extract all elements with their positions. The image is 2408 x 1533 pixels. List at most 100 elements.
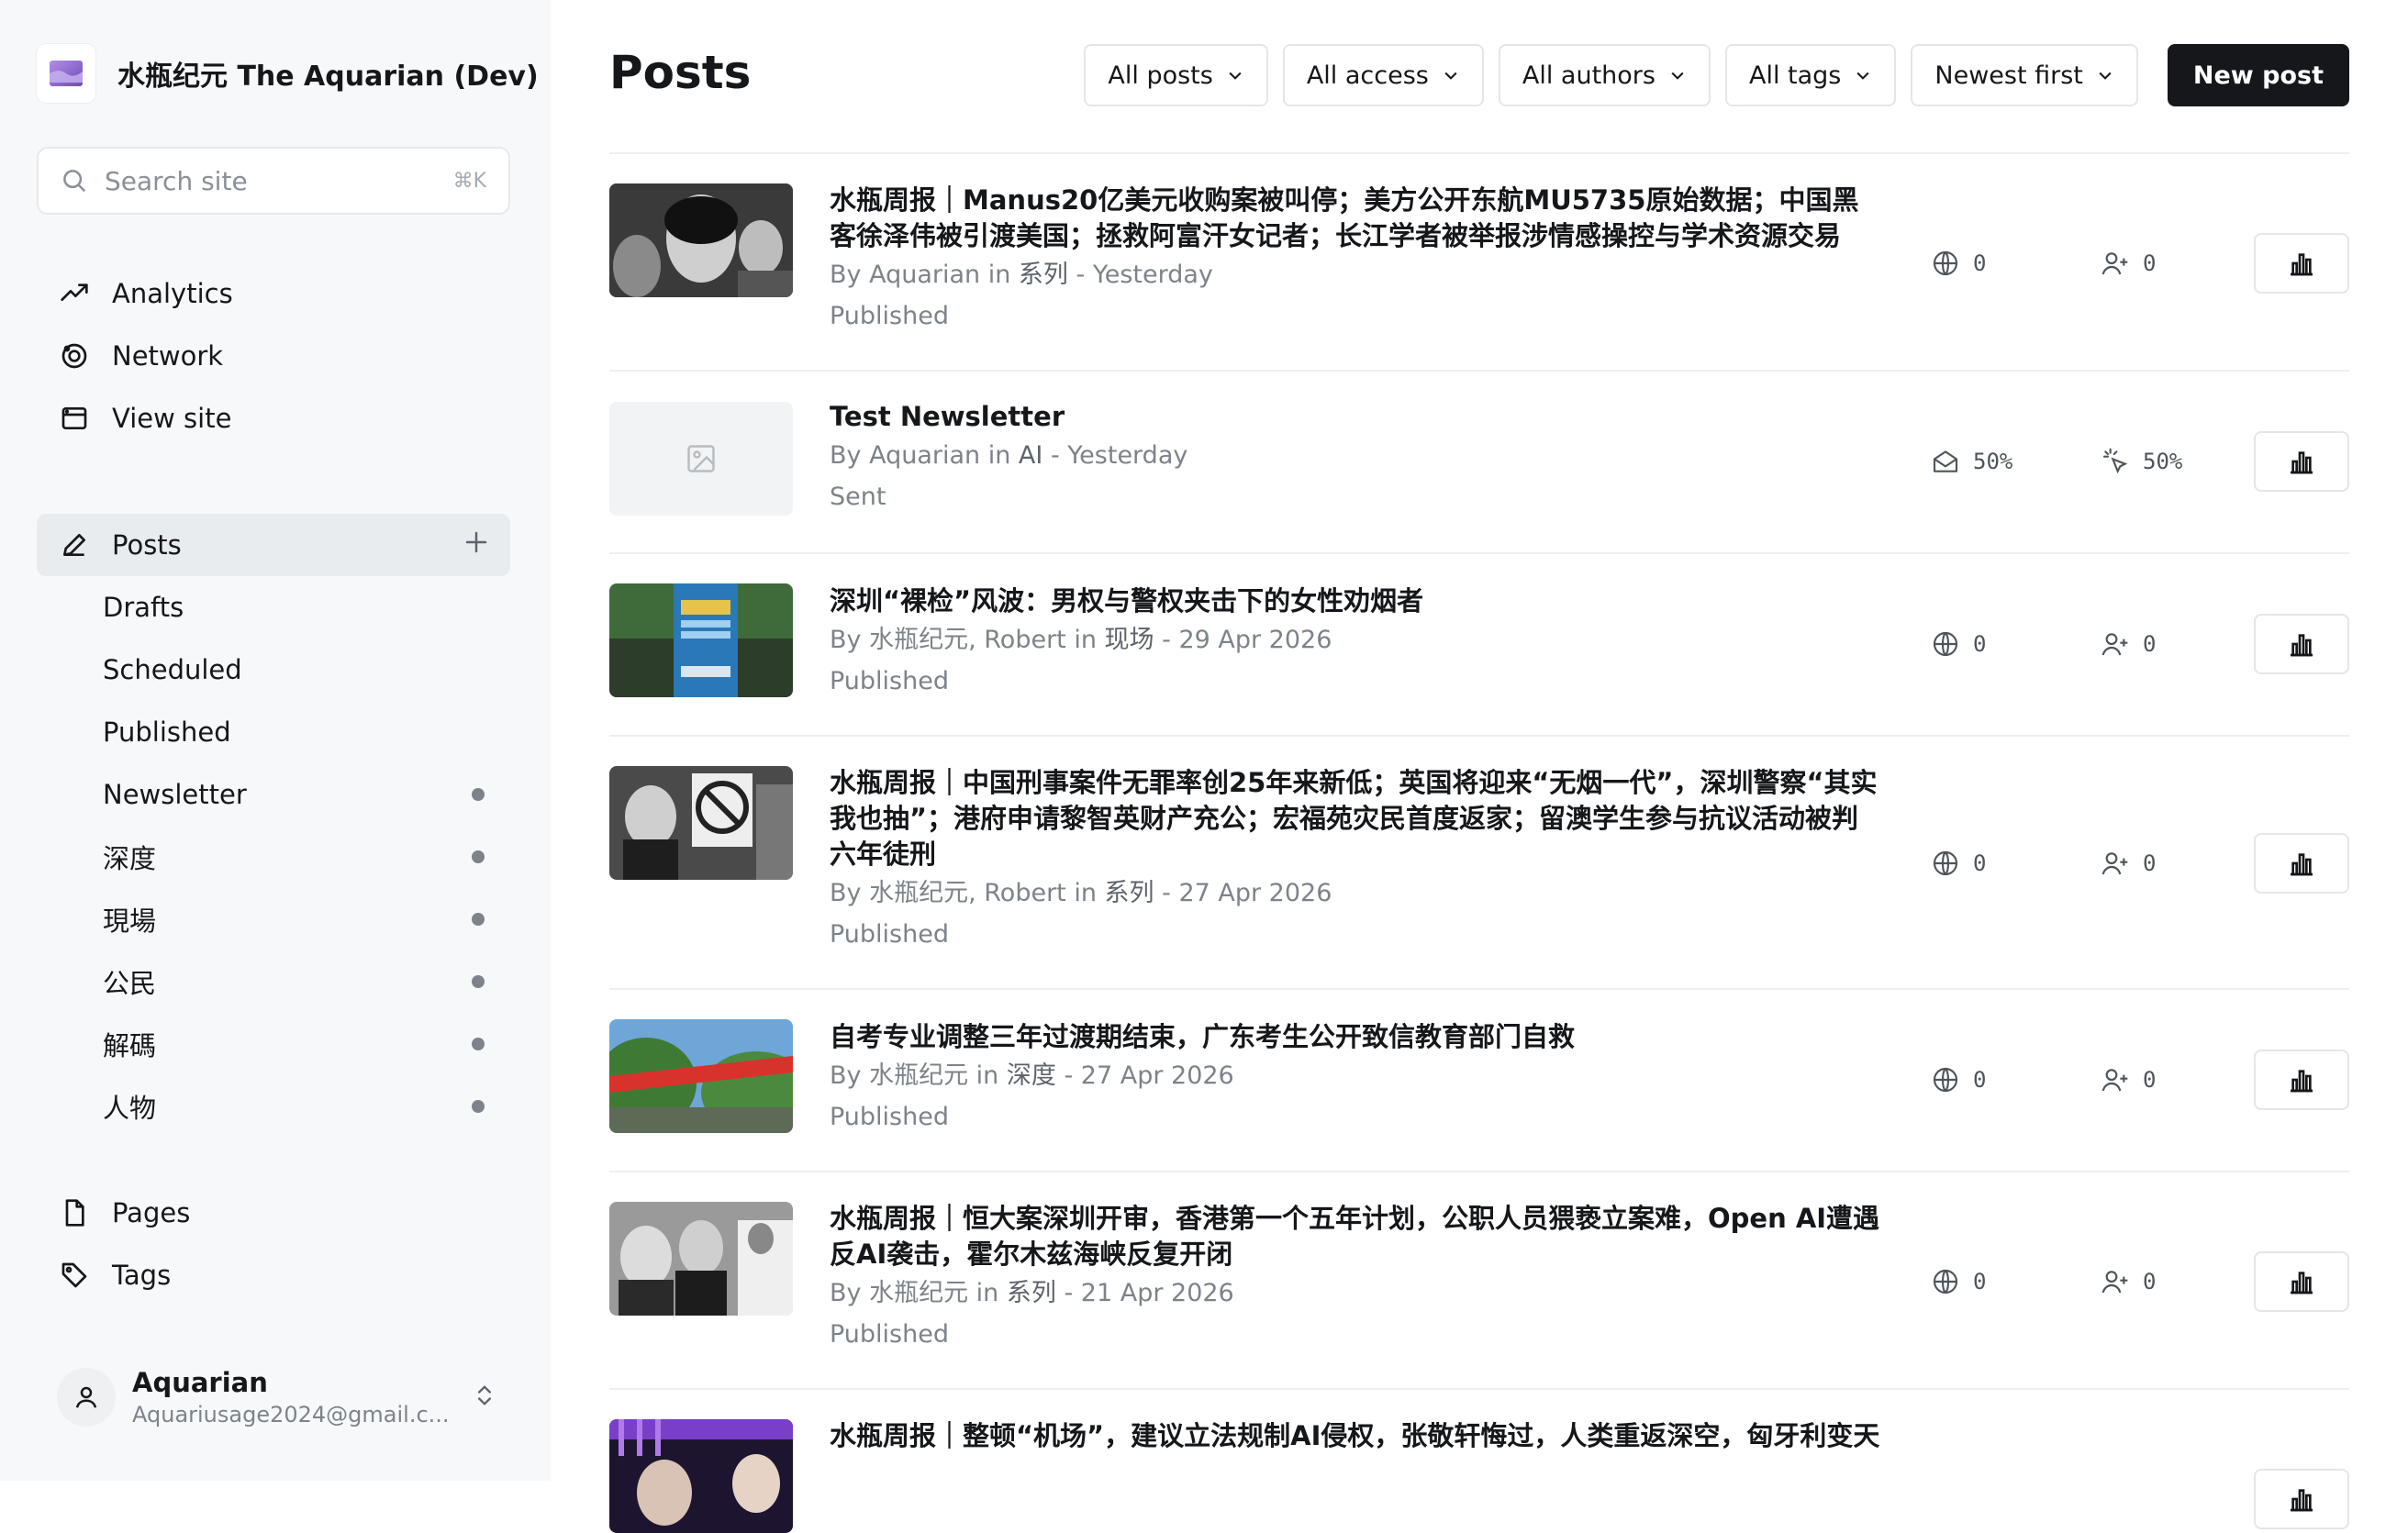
post-info: 自考专业调整三年过渡期结束，广东考生公开致信教育部门自救 By 水瓶纪元 in … [830, 1019, 1885, 1138]
network-icon [59, 340, 90, 372]
click-rate: 50% [2143, 449, 2183, 474]
post-info: 深圳“裸检”风波：男权与警权夹击下的女性劝烟者 By 水瓶纪元, Robert … [830, 583, 1885, 702]
post-tag: AI [1018, 441, 1043, 470]
visitors-count: 0 [1973, 250, 1987, 276]
chevron-down-icon [1856, 72, 1869, 80]
post-title: 深圳“裸检”风波：男权与警权夹击下的女性劝烟者 [830, 585, 1424, 617]
view-dot-icon [472, 1100, 485, 1113]
list-item[interactable]: 水瓶周报｜整顿“机场”，建议立法规制AI侵权，张敬轩悔过，人类重返深空，匈牙利变… [609, 1390, 2349, 1533]
filter-type[interactable]: All posts [1084, 44, 1268, 106]
sidebar-item-scheduled[interactable]: Scheduled [37, 639, 510, 701]
bar-chart-icon [2291, 1272, 2313, 1294]
plus-icon[interactable] [463, 528, 490, 562]
page-title: Posts [609, 46, 752, 99]
analytics-button[interactable] [2254, 833, 2349, 894]
nav-network[interactable]: Network [37, 325, 510, 387]
analytics-button[interactable] [2254, 614, 2349, 674]
visitors-stat: 0 [1931, 849, 1986, 878]
filter-order[interactable]: Newest first [1911, 44, 2138, 106]
post-meta: By Aquarian in 系列 - Yesterday [830, 254, 1885, 295]
nav-analytics[interactable]: Analytics [37, 262, 510, 325]
post-by: By 水瓶纪元, Robert in [830, 879, 1105, 907]
list-item[interactable]: 深圳“裸检”风波：男权与警权夹击下的女性劝烟者 By 水瓶纪元, Robert … [609, 554, 2349, 737]
sidebar-item-decode[interactable]: 解碼 [37, 1013, 510, 1075]
post-by: By 水瓶纪元 in [830, 1061, 1007, 1090]
analytics-button[interactable] [2254, 431, 2349, 492]
post-meta: By 水瓶纪元 in 深度 - 27 Apr 2026 [830, 1055, 1885, 1096]
posts-list: 水瓶周报｜Manus20亿美元收购案被叫停；美方公开东航MU5735原始数据；中… [609, 152, 2349, 1533]
list-item[interactable]: 水瓶周报｜中国刑事案件无罪率创25年来新低；英国将迎来“无烟一代”，深圳警察“其… [609, 737, 2349, 990]
members-count: 0 [2143, 631, 2157, 657]
open-rate-stat: 50% [1931, 447, 2012, 476]
main-content: Posts All posts All access All authors A… [609, 0, 2349, 1533]
post-thumbnail [609, 183, 793, 297]
sidebar-item-people[interactable]: 人物 [37, 1075, 510, 1138]
sub-label: 現場 [103, 905, 157, 937]
visitors-count: 0 [1973, 1269, 1987, 1294]
nav-label: View site [112, 403, 232, 434]
post-info: 水瓶周报｜Manus20亿美元收购案被叫停；美方公开东航MU5735原始数据；中… [830, 183, 1885, 337]
tag-icon [59, 1260, 90, 1291]
analytics-button[interactable] [2254, 1469, 2349, 1529]
post-thumbnail [609, 766, 793, 880]
click-rate-stat: 50% [2101, 447, 2182, 476]
post-info: Test Newsletter By Aquarian in AI - Yest… [830, 399, 1885, 517]
filter-label: All access [1306, 61, 1429, 90]
pen-icon [59, 529, 90, 561]
new-post-button[interactable]: New post [2167, 44, 2349, 106]
user-menu[interactable]: Aquarian Aquariusage2024@gmail.c... [57, 1367, 497, 1427]
filter-authors[interactable]: All authors [1498, 44, 1711, 106]
filter-tags[interactable]: All tags [1724, 44, 1897, 106]
chevron-updown-icon [472, 1383, 497, 1412]
view-dot-icon [472, 913, 485, 926]
filter-label: All posts [1108, 61, 1213, 90]
nav-view-site[interactable]: View site [37, 387, 510, 450]
post-thumbnail [609, 1019, 793, 1133]
list-item[interactable]: 自考专业调整三年过渡期结束，广东考生公开致信教育部门自救 By 水瓶纪元 in … [609, 990, 2349, 1172]
primary-nav: Analytics Network View site [37, 262, 510, 450]
analytics-button[interactable] [2254, 1050, 2349, 1110]
members-stat: 0 [2101, 249, 2156, 278]
members-stat: 0 [2101, 1065, 2156, 1094]
site-brand[interactable]: 水瓶纪元 The Aquarian (Dev) [37, 44, 539, 103]
search-input[interactable]: Search site ⌘K [37, 147, 510, 215]
list-item[interactable]: 水瓶周报｜恒大案深圳开审，香港第一个五年计划，公职人员猥亵立案难，Open AI… [609, 1172, 2349, 1390]
sub-label: 解碼 [103, 1030, 157, 1061]
view-dot-icon [472, 850, 485, 863]
post-title: 水瓶周报｜中国刑事案件无罪率创25年来新低；英国将迎来“无烟一代”，深圳警察“其… [830, 767, 1878, 870]
post-meta: By 水瓶纪元, Robert in 现场 - 29 Apr 2026 [830, 619, 1885, 661]
sidebar-item-depth[interactable]: 深度 [37, 826, 510, 888]
analytics-button[interactable] [2254, 233, 2349, 294]
sidebar-item-scene[interactable]: 現場 [37, 888, 510, 950]
post-by: By 水瓶纪元, Robert in [830, 626, 1105, 654]
bar-chart-icon [2291, 253, 2313, 276]
sidebar-item-citizen[interactable]: 公民 [37, 950, 510, 1013]
post-title: 水瓶周报｜Manus20亿美元收购案被叫停；美方公开东航MU5735原始数据；中… [830, 184, 1859, 251]
nav-tags[interactable]: Tags [37, 1244, 510, 1306]
post-date: - 29 Apr 2026 [1154, 626, 1332, 654]
post-tag: 系列 [1006, 1279, 1056, 1307]
nav-pages[interactable]: Pages [37, 1182, 510, 1244]
sidebar-item-newsletter[interactable]: Newsletter [37, 763, 510, 826]
visitors-count: 0 [1973, 850, 1987, 876]
post-title: 水瓶周报｜恒大案深圳开审，香港第一个五年计划，公职人员猥亵立案难，Open AI… [830, 1203, 1880, 1270]
visitors-count: 0 [1973, 631, 1987, 657]
nav-posts[interactable]: Posts [37, 514, 510, 576]
list-item[interactable]: 水瓶周报｜Manus20亿美元收购案被叫停；美方公开东航MU5735原始数据；中… [609, 154, 2349, 372]
sub-label: 公民 [103, 968, 157, 999]
analytics-button[interactable] [2254, 1251, 2349, 1312]
chevron-down-icon [2099, 72, 2112, 80]
filter-access[interactable]: All access [1282, 44, 1484, 106]
post-info: 水瓶周报｜整顿“机场”，建议立法规制AI侵权，张敬轩悔过，人类重返深空，匈牙利变… [830, 1418, 1885, 1454]
members-count: 0 [2143, 250, 2157, 276]
list-item[interactable]: Test Newsletter By Aquarian in AI - Yest… [609, 372, 2349, 554]
sidebar-item-published[interactable]: Published [37, 701, 510, 763]
sidebar-item-drafts[interactable]: Drafts [37, 576, 510, 639]
view-dot-icon [472, 1038, 485, 1050]
envelope-open-icon [1933, 450, 1958, 472]
user-plus-icon [2101, 852, 2128, 875]
image-icon [687, 445, 715, 472]
globe-icon [1933, 250, 1958, 276]
post-status: Published [830, 920, 949, 949]
chevron-down-icon [1229, 72, 1242, 80]
